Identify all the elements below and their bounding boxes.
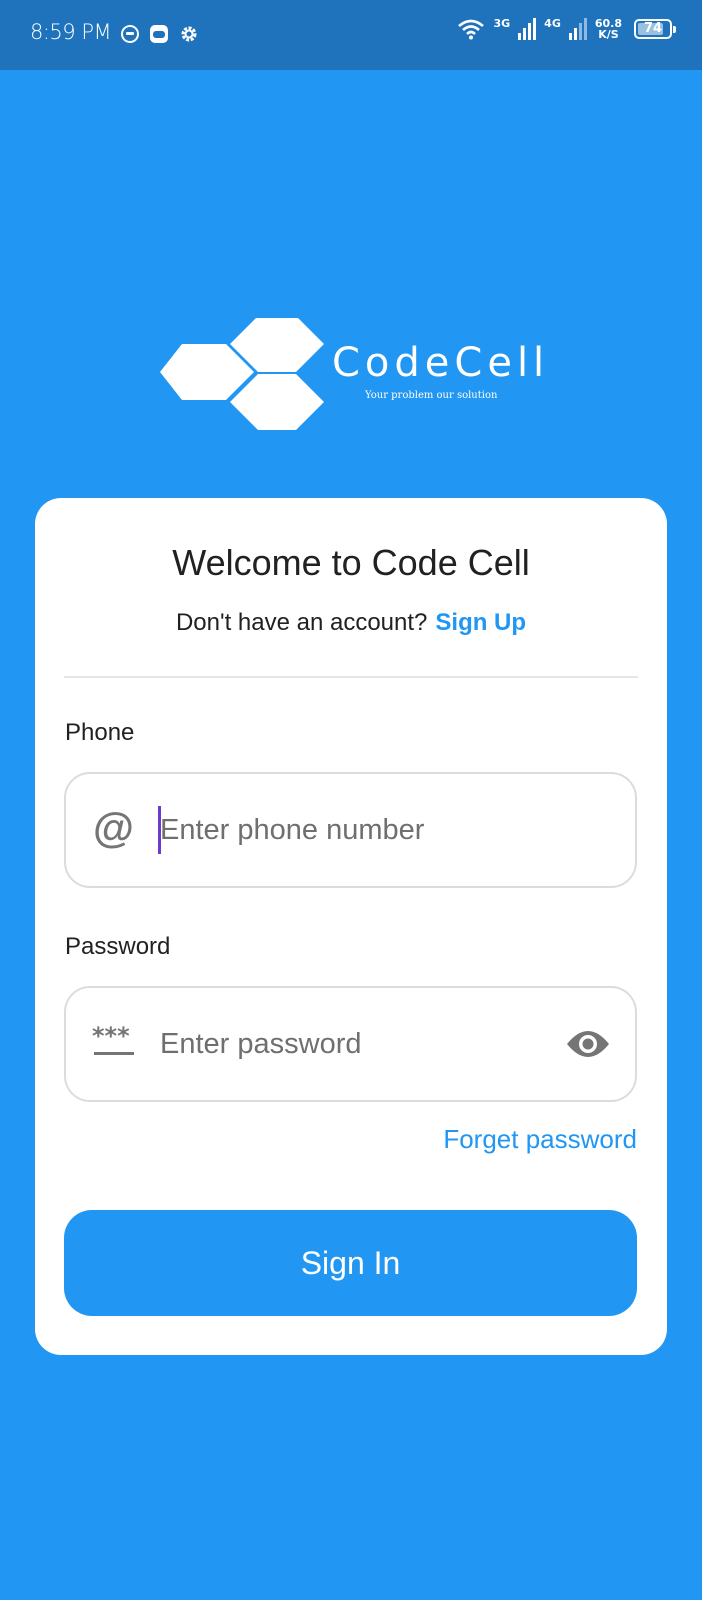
- settings-gear-icon: [181, 26, 197, 42]
- battery-level: 74: [643, 21, 663, 36]
- forget-password-link[interactable]: Forget password: [443, 1124, 637, 1155]
- game-controller-icon: [150, 25, 168, 43]
- sign-up-link[interactable]: Sign Up: [435, 609, 526, 636]
- network-3g-label: 3G: [493, 16, 511, 30]
- at-sign-icon: @: [93, 804, 134, 851]
- password-label: Password: [65, 933, 171, 960]
- eye-visibility-icon[interactable]: [565, 1024, 611, 1064]
- password-input[interactable]: [160, 1016, 600, 1072]
- hexagon-logo-icon: [160, 318, 324, 430]
- signal-strength-icon: [518, 18, 537, 40]
- status-bar: 8:59 PM 3G 4G 60.8 K/S 74: [0, 0, 702, 70]
- network-4g-label: 4G: [544, 16, 561, 30]
- message-icon: [121, 25, 139, 43]
- sign-in-button[interactable]: Sign In: [64, 1210, 637, 1316]
- signal-strength-icon-2: [568, 18, 587, 40]
- phone-input-box[interactable]: @: [64, 772, 637, 888]
- account-prompt: Don't have an account?: [175, 609, 428, 636]
- logo-tagline: Your problem our solution: [365, 390, 498, 401]
- speed-unit: K/S: [598, 28, 619, 41]
- login-card: Welcome to Code Cell Don't have an accou…: [35, 498, 667, 1355]
- phone-label: Phone: [65, 719, 135, 746]
- account-prompt-line: Don't have an account? Sign Up: [35, 609, 667, 637]
- network-speed: 60.8 K/S: [595, 18, 622, 40]
- battery-icon: 74: [634, 19, 676, 39]
- status-time: 8:59 PM: [30, 20, 112, 44]
- notification-icons: [120, 23, 200, 45]
- divider: [64, 676, 638, 678]
- wifi-icon: [458, 19, 485, 40]
- password-input-box[interactable]: ***: [64, 986, 637, 1102]
- svg-text:***: ***: [92, 1022, 130, 1050]
- system-status-icons: 3G 4G 60.8 K/S 74: [457, 16, 676, 40]
- phone-input[interactable]: [160, 802, 600, 858]
- welcome-title: Welcome to Code Cell: [172, 542, 530, 583]
- logo-name: CodeCell: [332, 340, 550, 386]
- codecell-logo: CodeCell Your problem our solution: [160, 318, 544, 438]
- battery-cap: [673, 26, 676, 33]
- password-asterisk-icon: ***: [92, 1022, 134, 1055]
- text-cursor: [158, 806, 161, 854]
